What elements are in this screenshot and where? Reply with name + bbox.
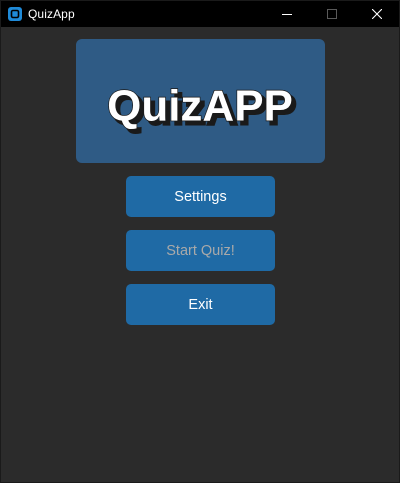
settings-button[interactable]: Settings	[126, 176, 275, 217]
app-logo-icon	[8, 7, 22, 21]
minimize-button[interactable]	[264, 1, 309, 27]
close-icon	[371, 9, 382, 19]
close-button[interactable]	[354, 1, 399, 27]
title-bar[interactable]: QuizApp	[1, 1, 399, 27]
logo-text: QuizAPP	[107, 82, 293, 131]
start-quiz-button[interactable]: Start Quiz!	[126, 230, 275, 271]
logo-banner: QuizAPP QuizAPP	[76, 39, 325, 163]
maximize-icon	[326, 9, 337, 19]
exit-button-label: Exit	[188, 296, 213, 313]
window-title: QuizApp	[28, 7, 75, 21]
start-quiz-button-label: Start Quiz!	[166, 242, 235, 259]
settings-button-label: Settings	[174, 188, 227, 205]
logo-image: QuizAPP QuizAPP	[106, 81, 297, 136]
maximize-button[interactable]	[309, 1, 354, 27]
exit-button[interactable]: Exit	[126, 284, 275, 325]
minimize-icon	[281, 9, 292, 19]
window-controls	[264, 1, 399, 27]
app-window: QuizApp QuizAPP QuizAPP Settings Start Q…	[0, 0, 400, 483]
